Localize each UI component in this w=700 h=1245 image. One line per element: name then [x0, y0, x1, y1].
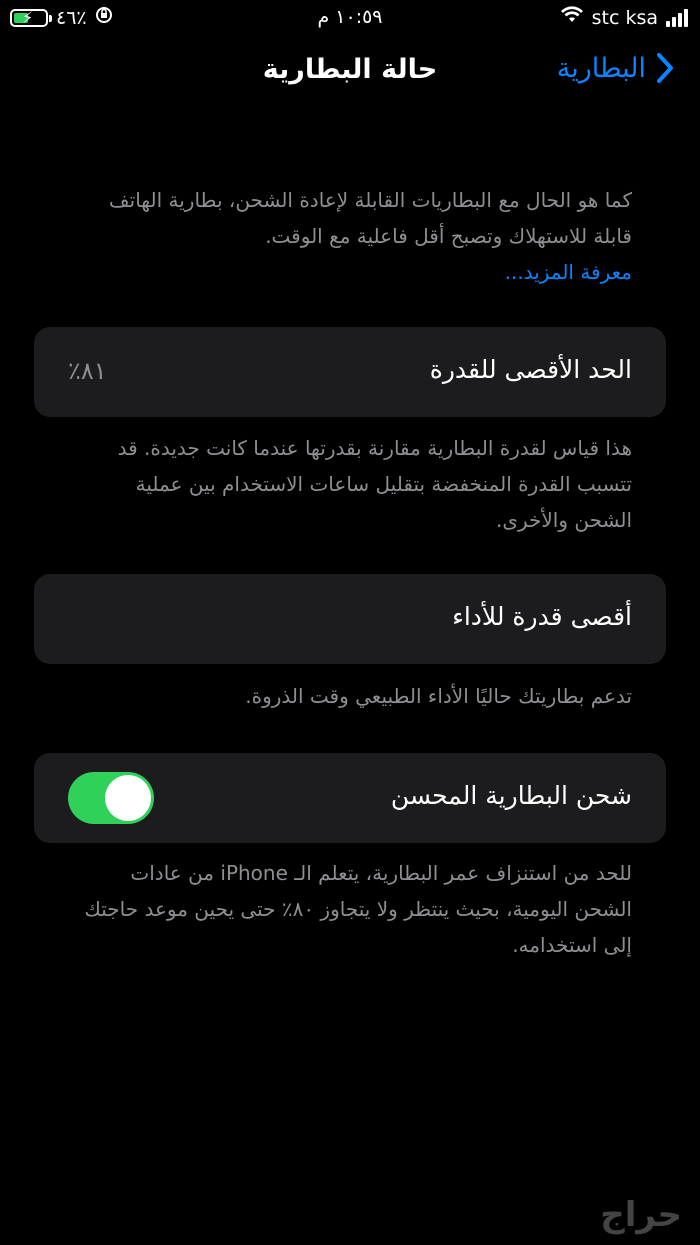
back-button-label: البطارية [556, 52, 646, 84]
watermark-logo: حراج [600, 1195, 682, 1235]
wifi-icon [560, 6, 584, 29]
peak-performance-label: أقصى قدرة للأداء [452, 602, 632, 631]
status-bar: ⚡ ٤٦٪ ١٠:٥٩ م stc ksa [0, 0, 700, 36]
max-capacity-label: الحد الأقصى للقدرة [429, 355, 632, 384]
learn-more-link[interactable]: معرفة المزيد... [505, 260, 632, 284]
cellular-signal-icon [666, 8, 688, 27]
intro-description: كما هو الحال مع البطاريات القابلة لإعادة… [72, 182, 632, 290]
back-button[interactable]: البطارية [557, 52, 674, 84]
intro-text: كما هو الحال مع البطاريات القابلة لإعادة… [108, 188, 632, 248]
max-capacity-description: هذا قياس لقدرة البطارية مقارنة بقدرتها ع… [117, 436, 632, 532]
optimized-charging-toggle[interactable] [68, 772, 154, 824]
navigation-bar: حالة البطارية البطارية [0, 50, 700, 94]
peak-performance-description: تدعم بطاريتك حاليًا الأداء الطبيعي وقت ا… [245, 684, 632, 708]
optimized-charging-description: للحد من استنزاف عمر البطارية، يتعلم الـ … [84, 861, 632, 957]
status-right: stc ksa [560, 6, 688, 29]
carrier-name: stc ksa [591, 6, 658, 29]
max-capacity-row: الحد الأقصى للقدرة ٨١٪ [34, 327, 666, 417]
chevron-right-icon [656, 52, 674, 84]
optimized-charging-label: شحن البطارية المحسن [390, 781, 632, 810]
optimized-charging-row: شحن البطارية المحسن [34, 753, 666, 843]
toggle-knob [105, 775, 151, 821]
max-capacity-value: ٨١٪ [68, 357, 107, 385]
peak-performance-row: أقصى قدرة للأداء [34, 574, 666, 664]
